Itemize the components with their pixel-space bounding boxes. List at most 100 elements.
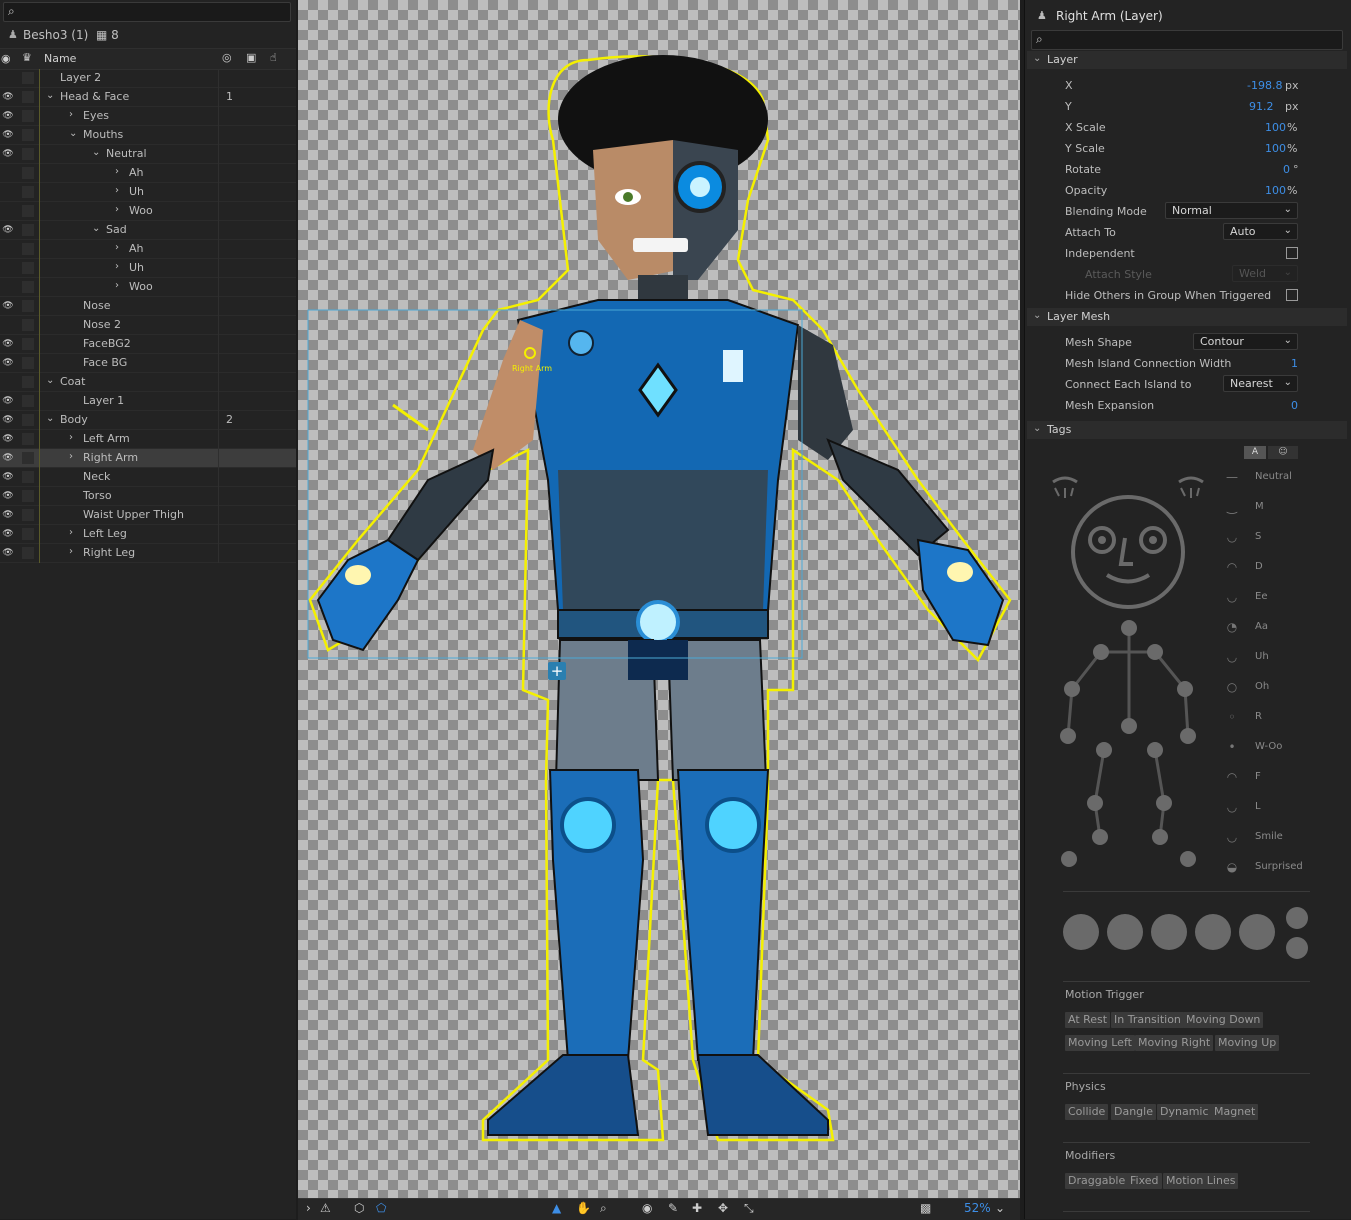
chevron-right-icon[interactable]: › — [115, 166, 119, 177]
chevron-down-icon[interactable]: ⌄ — [46, 90, 54, 101]
eye-icon[interactable]: 👁︎ — [1, 452, 15, 464]
hand-tool-icon[interactable]: ✋ — [576, 1201, 591, 1215]
origin-tool-icon[interactable]: ◉ — [642, 1201, 652, 1215]
lock-toggle[interactable] — [22, 414, 34, 426]
blending-mode-select[interactable]: Normal ⌄ — [1165, 202, 1298, 219]
attach-style-select[interactable]: Weld ⌄ — [1232, 265, 1298, 282]
mouth-shape-icon[interactable]: ◠ — [1217, 770, 1247, 784]
scene-canvas[interactable]: + Right Arm — [298, 0, 1020, 1198]
independent-checkbox[interactable] — [1286, 247, 1298, 259]
chevron-right-icon[interactable]: › — [115, 280, 119, 291]
expression-tags[interactable] — [1061, 904, 1311, 964]
layer-row[interactable]: › Woo — [0, 278, 296, 297]
mouth-shape-icon[interactable]: ◔ — [1217, 620, 1247, 634]
mesh-shape-select[interactable]: Contour ⌄ — [1193, 333, 1298, 350]
layer-row[interactable]: 👁︎ › Right Arm — [0, 449, 296, 468]
chevron-right-icon[interactable]: › — [69, 546, 73, 557]
lock-toggle[interactable] — [22, 224, 34, 236]
mouth-shape-icon[interactable]: ◡ — [1217, 530, 1247, 544]
mouth-tag-label[interactable]: Oh — [1255, 681, 1269, 692]
tag-chip[interactable]: Magnet — [1211, 1104, 1259, 1120]
layer-row[interactable]: 👁︎ › Right Leg — [0, 544, 296, 563]
layer-row[interactable]: 👁︎ ⌄ Sad — [0, 221, 296, 240]
tag-chip[interactable]: In Transition — [1111, 1012, 1184, 1028]
lock-toggle[interactable] — [22, 490, 34, 502]
mouth-shape-icon[interactable]: ◡ — [1217, 830, 1247, 844]
chevron-right-icon[interactable]: › — [115, 185, 119, 196]
right-knee-joint[interactable] — [1156, 795, 1172, 811]
chevron-right-icon[interactable]: › — [115, 261, 119, 272]
layer-row[interactable]: Nose 2 — [0, 316, 296, 335]
zoom-tool-icon[interactable]: ⌕ — [600, 1201, 607, 1216]
layer-row[interactable]: 👁︎ Torso — [0, 487, 296, 506]
left-toe-joint[interactable] — [1061, 851, 1077, 867]
mouth-tag-label[interactable]: S — [1255, 531, 1261, 542]
layer-row[interactable]: Layer 2 — [0, 69, 296, 88]
chevron-right-icon[interactable]: › — [69, 109, 73, 120]
lock-toggle[interactable] — [22, 509, 34, 521]
tag-chip[interactable]: At Rest — [1065, 1012, 1111, 1028]
layer-row[interactable]: 👁︎ › Left Leg — [0, 525, 296, 544]
layer-row[interactable]: 👁︎ ⌄ Head & Face 1 — [0, 88, 296, 107]
eye-icon[interactable] — [1, 205, 15, 217]
mouth-tag-label[interactable]: Ee — [1255, 591, 1267, 602]
name-column-header[interactable]: Name — [44, 52, 76, 65]
chevron-right-icon[interactable]: › — [69, 432, 73, 443]
zoom-level[interactable]: 52% — [964, 1201, 991, 1215]
expand-icon[interactable]: › — [306, 1201, 311, 1215]
tag-chip[interactable]: Moving Up — [1215, 1035, 1280, 1051]
waist-joint[interactable] — [1121, 718, 1137, 734]
island-width-value[interactable]: 1 — [1291, 357, 1298, 370]
mouth-shape-icon[interactable]: • — [1217, 740, 1247, 754]
left-wrist-joint[interactable] — [1060, 728, 1076, 744]
lock-toggle[interactable] — [22, 262, 34, 274]
lock-toggle[interactable] — [22, 72, 34, 84]
left-heel-joint[interactable] — [1092, 829, 1108, 845]
head-tag[interactable] — [1071, 495, 1185, 609]
eye-icon[interactable]: 👁︎ — [1, 357, 15, 369]
expression-small-happy-icon[interactable] — [1286, 907, 1308, 929]
transparency-icon[interactable]: ▩ — [920, 1201, 931, 1215]
layer-section-header[interactable]: ⌄ Layer — [1027, 51, 1347, 69]
stretch-tool-icon[interactable]: ⤡ — [744, 1201, 754, 1216]
rotate-value[interactable]: 0 — [1283, 163, 1290, 176]
mouth-tag-label[interactable]: L — [1255, 801, 1261, 812]
eye-icon[interactable]: 👁︎ — [1, 528, 15, 540]
warning-icon[interactable]: ⚠ — [320, 1201, 331, 1215]
expression-sad-icon[interactable] — [1195, 914, 1231, 950]
properties-search-input[interactable]: ⌕ — [1031, 30, 1343, 50]
left-blink-tag[interactable] — [1054, 487, 1074, 498]
eye-icon[interactable] — [1, 262, 15, 274]
mouth-shape-icon[interactable]: ◠ — [1217, 560, 1247, 574]
skeleton-tags[interactable] — [1060, 620, 1196, 867]
expression-surprised-icon[interactable] — [1151, 914, 1187, 950]
tag-chip[interactable]: Dynamic — [1157, 1104, 1212, 1120]
layer-row[interactable]: 👁︎ ⌄ Mouths — [0, 126, 296, 145]
mouth-shape-icon[interactable]: ◡ — [1217, 800, 1247, 814]
camera-icon[interactable]: ▣ — [246, 51, 256, 64]
right-blink-tag[interactable] — [1180, 487, 1200, 498]
tags-section-header[interactable]: ⌄ Tags — [1027, 421, 1347, 439]
lock-toggle[interactable] — [22, 205, 34, 217]
eye-icon[interactable]: 👁︎ — [1, 471, 15, 483]
attach-to-select[interactable]: Auto ⌄ — [1223, 223, 1298, 240]
expression-happy-icon[interactable] — [1107, 914, 1143, 950]
chevron-right-icon[interactable]: › — [115, 204, 119, 215]
right-elbow-joint[interactable] — [1177, 681, 1193, 697]
opacity-value[interactable]: 100 — [1265, 184, 1286, 197]
eye-icon[interactable]: 👁︎ — [1, 300, 15, 312]
chevron-down-icon[interactable]: ⌄ — [92, 147, 100, 158]
stick-tool-icon[interactable]: ✎ — [668, 1201, 678, 1215]
select-tool-icon[interactable]: ▲ — [552, 1201, 561, 1215]
hand-icon[interactable]: ☝ — [270, 51, 277, 64]
right-heel-joint[interactable] — [1152, 829, 1168, 845]
expression-neutral-icon[interactable] — [1063, 914, 1099, 950]
layer-row[interactable]: 👁︎ Waist Upper Thigh — [0, 506, 296, 525]
eye-icon[interactable] — [1, 167, 15, 179]
eye-icon[interactable]: 👁︎ — [1, 129, 15, 141]
eye-icon[interactable]: 👁︎ — [1, 224, 15, 236]
mouth-shape-icon[interactable]: ◡ — [1217, 590, 1247, 604]
tag-chip[interactable]: Moving Down — [1183, 1012, 1264, 1028]
eye-icon[interactable]: 👁︎ — [1, 509, 15, 521]
eye-icon[interactable]: 👁︎ — [1, 338, 15, 350]
